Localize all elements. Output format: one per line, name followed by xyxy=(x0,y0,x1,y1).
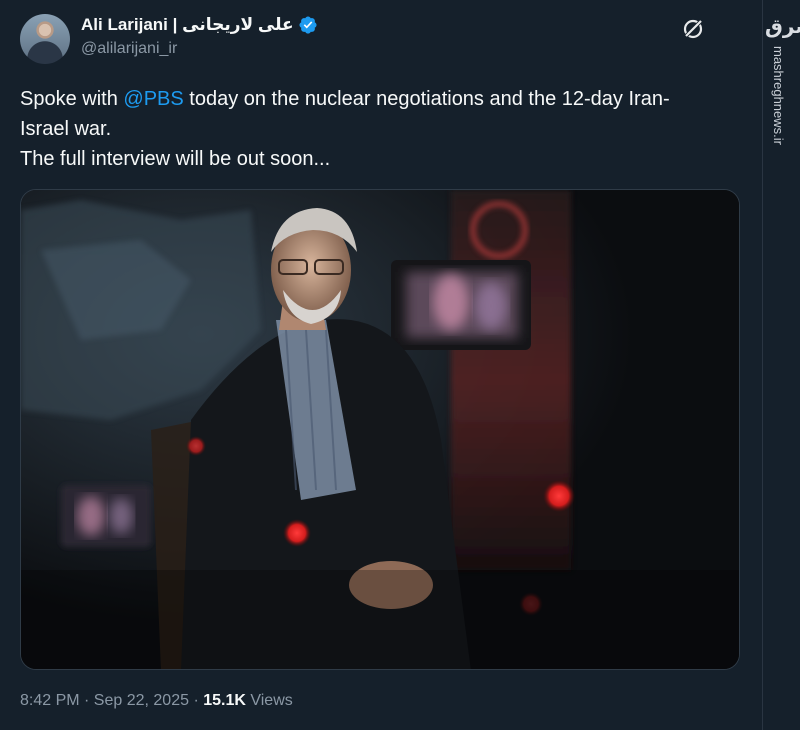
tweet-meta: 8:42 PM · Sep 22, 2025 · 15.1K Views xyxy=(20,692,293,710)
grok-icon[interactable] xyxy=(680,16,706,42)
display-name[interactable]: Ali Larijani | علی لاریجانی xyxy=(81,15,294,35)
photo-red-light-2 xyxy=(543,480,575,512)
tweet-text-line-1: Spoke with @PBS today on the nuclear neg… xyxy=(20,84,750,114)
avatar[interactable] xyxy=(20,14,70,64)
photo-red-light-1 xyxy=(283,519,311,547)
author-info: Ali Larijani | علی لاریجانی @alilarijani… xyxy=(81,12,318,58)
tweet: Ali Larijani | علی لاریجانی @alilarijani… xyxy=(0,0,762,730)
photo-flag xyxy=(451,190,571,570)
watermark-logo: مشرق xyxy=(765,14,800,38)
watermark: مشرق mashreghnews.ir xyxy=(762,0,800,730)
tweet-header: Ali Larijani | علی لاریجانی @alilarijani… xyxy=(20,12,740,66)
text-segment: today on the nuclear negotiations and th… xyxy=(183,88,670,110)
photo-red-light-3 xyxy=(186,436,206,456)
watermark-url: mashreghnews.ir xyxy=(771,46,786,145)
text-segment: Spoke with xyxy=(20,88,124,110)
tweet-photo[interactable] xyxy=(20,189,740,670)
photo-camera-screen xyxy=(61,485,151,547)
tweet-text-line-2: Israel war. xyxy=(20,118,112,140)
display-name-row: Ali Larijani | علی لاریجانی xyxy=(81,12,318,38)
verified-badge-icon xyxy=(298,15,318,35)
views-label: Views xyxy=(245,692,293,709)
handle[interactable]: @alilarijani_ir xyxy=(81,40,318,58)
mention-link[interactable]: @PBS xyxy=(123,88,183,110)
views-count: 15.1K xyxy=(203,692,246,709)
tweet-text: Spoke with @PBS today on the nuclear neg… xyxy=(20,84,750,174)
tweet-text-line-3: The full interview will be out soon... xyxy=(20,148,331,170)
timestamp[interactable]: 8:42 PM · Sep 22, 2025 · xyxy=(20,692,203,709)
